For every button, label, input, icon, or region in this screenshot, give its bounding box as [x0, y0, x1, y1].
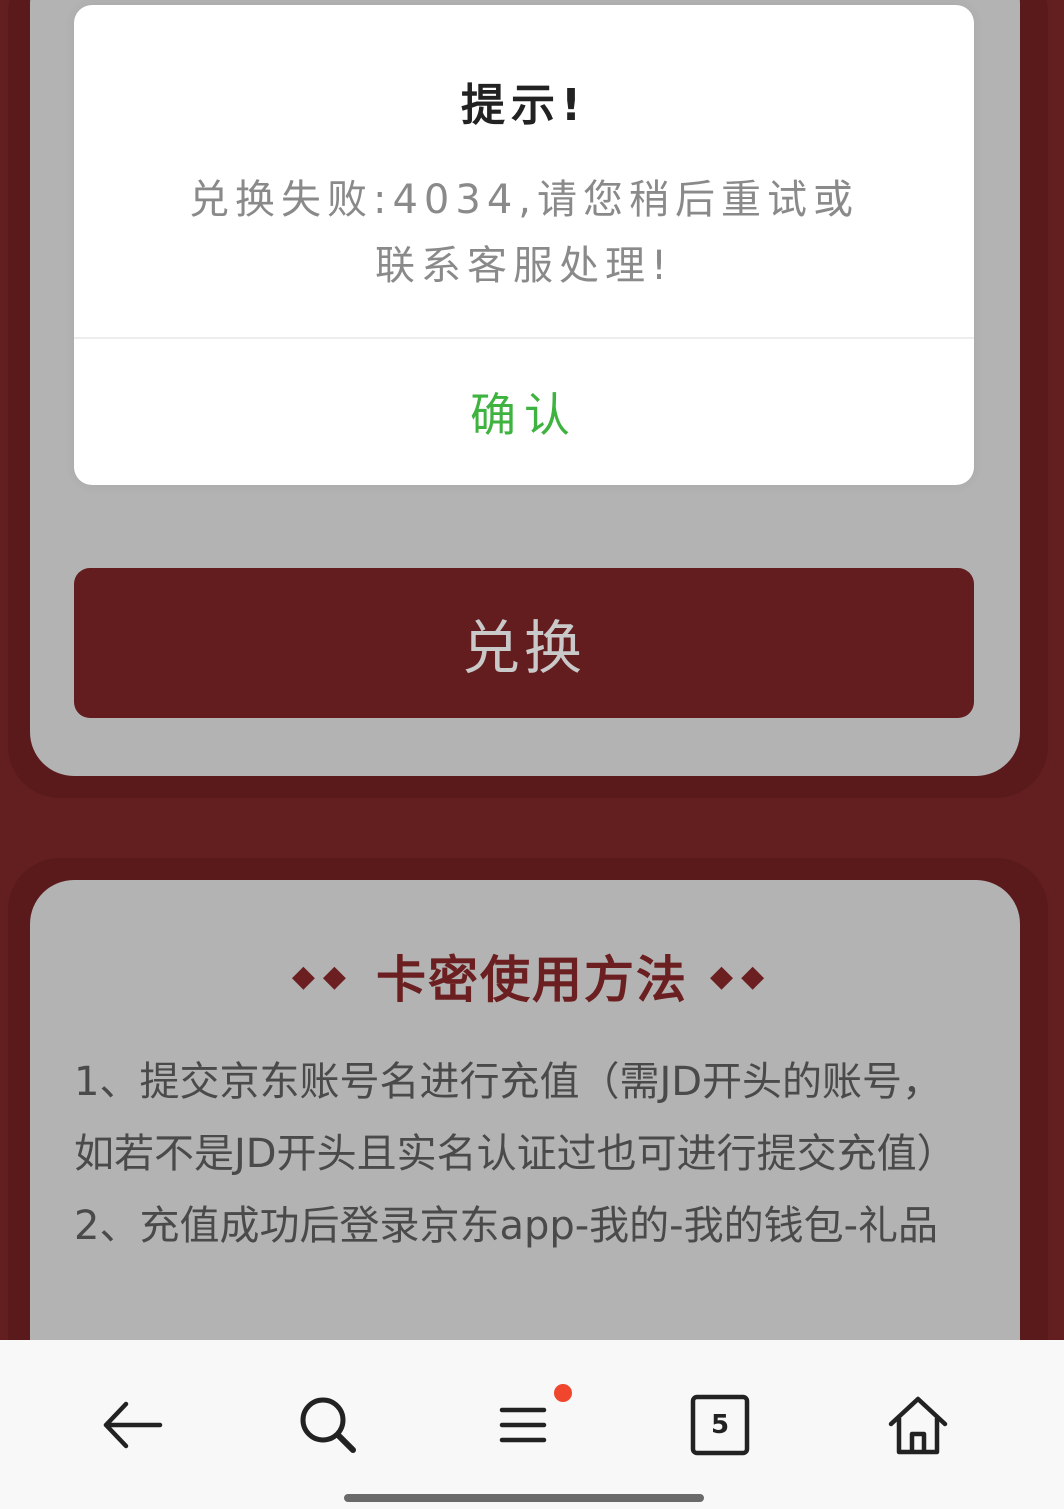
dialog-message: 兑换失败:4034,请您稍后重试或 联系客服处理!: [174, 167, 874, 299]
help-title: 卡密使用方法: [376, 951, 688, 1009]
diamond-decoration-right: ◆◆: [710, 958, 773, 994]
help-step-2: 2、充值成功后登录京东app-我的-我的钱包-礼品: [74, 1203, 939, 1249]
dialog-title: 提示!: [460, 80, 588, 131]
help-instructions: 1、提交京东账号名进行充值（需JD开头的账号，如若不是JD开头且实名认证过也可进…: [74, 1046, 974, 1262]
diamond-decoration-left: ◆◆: [291, 958, 354, 994]
tabs-button[interactable]: 5: [675, 1380, 765, 1470]
dialog-message-line-2: 联系客服处理!: [374, 243, 674, 289]
home-icon: [888, 1396, 948, 1455]
back-button[interactable]: [86, 1380, 176, 1470]
menu-icon: [499, 1407, 547, 1443]
help-title-row: ◆◆ 卡密使用方法 ◆◆: [0, 940, 1064, 1012]
home-indicator[interactable]: [344, 1494, 704, 1502]
tab-count: 5: [710, 1410, 730, 1440]
home-button[interactable]: [873, 1380, 963, 1470]
help-step-1: 1、提交京东账号名进行充值（需JD开头的账号，如若不是JD开头且实名认证过也可进…: [74, 1059, 957, 1177]
notification-dot: [554, 1384, 572, 1402]
back-arrow-icon: [103, 1401, 163, 1449]
dialog-message-line-1: 兑换失败:4034,请您稍后重试或: [189, 177, 859, 223]
exchange-button[interactable]: 兑换: [74, 568, 974, 718]
search-button[interactable]: [283, 1380, 373, 1470]
alert-dialog: 提示! 兑换失败:4034,请您稍后重试或 联系客服处理! 确认: [74, 5, 974, 485]
confirm-button[interactable]: 确认: [74, 339, 974, 485]
search-icon: [300, 1397, 356, 1453]
